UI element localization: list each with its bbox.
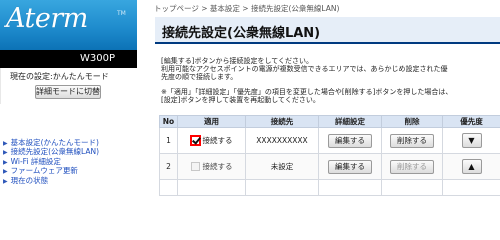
table-row: 1 接続する XXXXXXXXXX 編集する 削除する ▼ bbox=[159, 127, 500, 154]
apply-cell: 接続する bbox=[177, 153, 246, 180]
table-header-row: No 適用 接続先 詳細設定 削除 優先度 bbox=[159, 115, 500, 128]
priority-cell: ▲ bbox=[442, 153, 500, 180]
edit-button[interactable]: 編集する bbox=[328, 133, 372, 148]
current-mode-label: 現在の設定:かんたんモード bbox=[10, 72, 109, 81]
header-destination: 接続先 bbox=[245, 115, 319, 128]
header-no: No bbox=[159, 115, 178, 128]
edit-cell: 編集する bbox=[318, 127, 382, 154]
trademark-mark: TM bbox=[117, 10, 126, 17]
edit-cell bbox=[318, 179, 382, 196]
apply-cell bbox=[177, 179, 246, 196]
priority-down-button[interactable]: ▼ bbox=[461, 133, 482, 148]
header-apply: 適用 bbox=[177, 115, 246, 128]
mode-box: 現在の設定:かんたんモード 詳細モードに切替 bbox=[0, 68, 137, 104]
apply-label: 接続する bbox=[202, 135, 233, 145]
connection-table: No 適用 接続先 詳細設定 削除 優先度 1 接続する XXXXXXXXXX … bbox=[159, 115, 500, 196]
row-number: 2 bbox=[159, 153, 178, 180]
arrow-right-icon: ▶ bbox=[3, 177, 8, 185]
page-title: 接続先設定(公衆無線LAN) bbox=[162, 26, 321, 41]
delete-cell: 削除する bbox=[381, 153, 443, 180]
description-note: [設定]ボタンを押して装置を再起動してください。 bbox=[161, 96, 320, 104]
header-priority: 優先度 bbox=[442, 115, 500, 128]
model-name: W300P bbox=[0, 50, 137, 68]
description-note: ※「適用」「詳細設定」「優先度」の項目を変更した場合や[削除する]ボタンを押した… bbox=[161, 88, 453, 96]
apply-checkbox-group[interactable]: 接続する bbox=[190, 135, 233, 146]
apply-cell: 接続する bbox=[177, 127, 246, 154]
breadcrumb[interactable]: トップページ > 基本設定 > 接続先設定(公衆無線LAN) bbox=[154, 3, 339, 14]
delete-cell bbox=[381, 179, 443, 196]
apply-checkbox[interactable] bbox=[190, 161, 200, 171]
priority-cell bbox=[442, 179, 500, 196]
nav-item-current-status[interactable]: ▶ 現在の状態 bbox=[3, 176, 99, 186]
title-bar: 接続先設定(公衆無線LAN) bbox=[155, 17, 500, 44]
row-number bbox=[159, 179, 178, 196]
destination-value: 未設定 bbox=[245, 153, 319, 180]
left-panel: Aterm TM W300P 現在の設定:かんたんモード 詳細モードに切替 ▶ 基… bbox=[0, 0, 141, 201]
arrow-right-icon: ▶ bbox=[3, 158, 8, 166]
destination-value: XXXXXXXXXX bbox=[245, 127, 319, 154]
description-line: 先度の順で接続します。 bbox=[161, 73, 238, 81]
delete-button[interactable]: 削除する bbox=[390, 159, 434, 174]
table-row bbox=[159, 179, 500, 196]
table-row: 2 接続する 未設定 編集する 削除する ▲ bbox=[159, 153, 500, 180]
side-nav: ▶ 基本設定(かんたんモード) ▶ 接続先設定(公衆無線LAN) ▶ Wi-Fi 詳細… bbox=[3, 138, 99, 186]
arrow-right-icon: ▶ bbox=[3, 149, 8, 157]
row-number: 1 bbox=[159, 127, 178, 154]
priority-cell: ▼ bbox=[442, 127, 500, 154]
edit-cell: 編集する bbox=[318, 153, 382, 180]
description-line: [編集する]ボタンから接続設定をしてください。 bbox=[161, 57, 314, 65]
header-detail: 詳細設定 bbox=[318, 115, 382, 128]
delete-cell: 削除する bbox=[381, 127, 443, 154]
destination-value bbox=[245, 179, 319, 196]
arrow-right-icon: ▶ bbox=[3, 168, 8, 176]
apply-label: 接続する bbox=[202, 161, 233, 171]
aterm-logo: Aterm bbox=[6, 3, 88, 34]
brand-header: Aterm TM bbox=[0, 0, 137, 50]
edit-button[interactable]: 編集する bbox=[328, 159, 372, 174]
description-line: 利用可能なアクセスポイントの電源が複数受信できるエリアでは、あらかじめ設定された… bbox=[161, 65, 448, 73]
arrow-right-icon: ▶ bbox=[3, 140, 8, 147]
apply-checkbox-group[interactable]: 接続する bbox=[190, 161, 233, 172]
delete-button[interactable]: 削除する bbox=[390, 133, 434, 148]
apply-checkbox[interactable] bbox=[190, 135, 200, 145]
header-delete: 削除 bbox=[381, 115, 443, 128]
switch-detail-mode-button[interactable]: 詳細モードに切替 bbox=[35, 85, 101, 99]
priority-up-button[interactable]: ▲ bbox=[461, 159, 482, 174]
